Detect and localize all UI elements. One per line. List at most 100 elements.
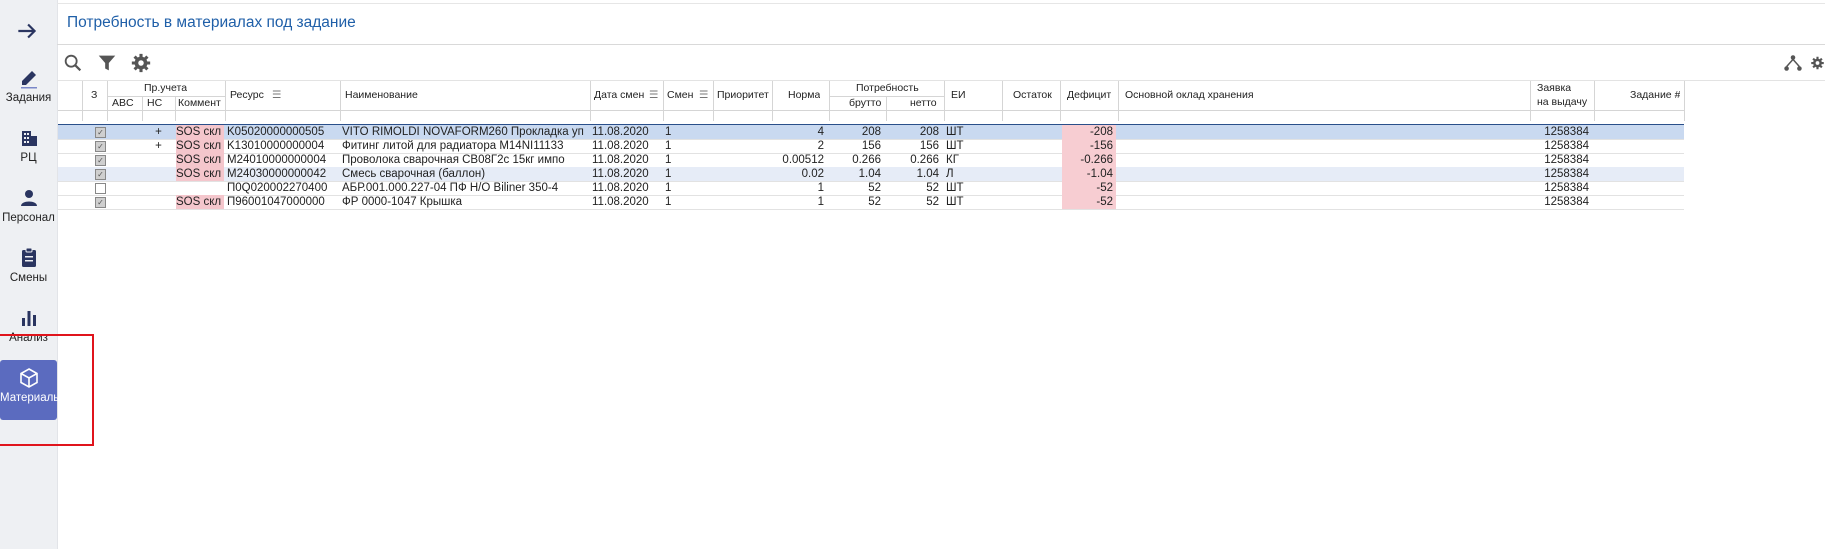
cell-hc[interactable]	[143, 181, 174, 195]
cell-deficit[interactable]: -1.04	[1062, 167, 1116, 181]
cell-brutto[interactable]: 0.266	[831, 153, 884, 167]
cell-ostatok[interactable]	[1004, 153, 1058, 167]
cell-zayavka[interactable]: 1258384	[1532, 139, 1592, 153]
row-checkbox[interactable]: ✓	[95, 155, 106, 166]
cell-comment[interactable]: SOS скл	[176, 167, 224, 181]
cell-name[interactable]: Проволока сварочная СВ08Г2с 15кг импо	[342, 153, 588, 167]
cell-zayavka[interactable]: 1258384	[1532, 195, 1592, 209]
cell-abc[interactable]	[108, 153, 141, 167]
gear-icon[interactable]	[1810, 52, 1825, 74]
row-checkbox[interactable]: ✓	[95, 141, 106, 152]
cell-deficit[interactable]: -0.266	[1062, 153, 1116, 167]
cell-abc[interactable]	[108, 181, 141, 195]
cell-ostatok[interactable]	[1004, 167, 1058, 181]
sidebar-item-rc[interactable]: РЦ	[0, 120, 57, 180]
arrow-right-icon[interactable]	[14, 18, 40, 44]
cell-name[interactable]: АБР.001.000.227-04 ПФ Н/О Biliner 350-4	[342, 181, 588, 195]
cell-zayavka[interactable]: 1258384	[1532, 125, 1592, 139]
cell-ei[interactable]: КГ	[946, 153, 1000, 167]
cell-netto[interactable]: 0.266	[888, 153, 942, 167]
sort-icon[interactable]: ☰	[699, 89, 708, 101]
cell-hc[interactable]	[143, 153, 174, 167]
cell-smena[interactable]: 1	[665, 167, 711, 181]
cell-hc[interactable]	[143, 167, 174, 181]
cell-zayavka[interactable]: 1258384	[1532, 181, 1592, 195]
col-header-smena[interactable]: Смен	[667, 89, 697, 101]
cell-abc[interactable]	[108, 167, 141, 181]
cell-priority[interactable]	[715, 195, 771, 209]
col-header-pr-ucheta[interactable]: Пр.учета	[144, 82, 187, 94]
cell-norma[interactable]: 4	[774, 125, 827, 139]
col-header-name[interactable]: Наименование	[345, 89, 418, 101]
cell-date[interactable]: 11.08.2020	[592, 125, 662, 139]
table-row[interactable]: ✓ SOS скл M24010000000004 Проволока сварочн…	[58, 153, 1684, 168]
cell-name[interactable]: Смесь сварочная (баллон)	[342, 167, 588, 181]
cell-zadanie[interactable]	[1596, 139, 1682, 153]
cell-zadanie[interactable]	[1596, 125, 1682, 139]
cell-priority[interactable]	[715, 139, 771, 153]
sidebar-item-personal[interactable]: Персонал	[0, 180, 57, 240]
row-checkbox[interactable]: ✓	[95, 197, 106, 208]
cell-smena[interactable]: 1	[665, 125, 711, 139]
cell-deficit[interactable]: -156	[1062, 139, 1116, 153]
col-header-abc[interactable]: ABC	[112, 97, 134, 109]
cell-smena[interactable]: 1	[665, 153, 711, 167]
col-header-zadanie[interactable]: Задание #	[1630, 89, 1680, 101]
cell-norma[interactable]: 0.00512	[774, 153, 827, 167]
cell-netto[interactable]: 208	[888, 125, 942, 139]
col-header-ostatok[interactable]: Остаток	[1013, 89, 1052, 101]
cell-sklad[interactable]	[1120, 139, 1528, 153]
cell-netto[interactable]: 52	[888, 181, 942, 195]
cell-ei[interactable]: ШТ	[946, 195, 1000, 209]
col-header-norma[interactable]: Норма	[788, 89, 820, 101]
col-header-brutto[interactable]: брутто	[849, 97, 881, 109]
cell-abc[interactable]	[108, 139, 141, 153]
cell-priority[interactable]	[715, 167, 771, 181]
cell-netto[interactable]: 52	[888, 195, 942, 209]
cell-priority[interactable]	[715, 181, 771, 195]
cell-comment[interactable]	[176, 181, 224, 195]
cell-ei[interactable]: ШТ	[946, 139, 1000, 153]
cell-sklad[interactable]	[1120, 153, 1528, 167]
cell-ostatok[interactable]	[1004, 195, 1058, 209]
col-header-hc[interactable]: НС	[147, 97, 162, 109]
cell-sklad[interactable]	[1120, 195, 1528, 209]
cell-smena[interactable]: 1	[665, 195, 711, 209]
table-row[interactable]: ✓ + SOS скл K13010000000004 Фитинг литой для…	[58, 139, 1684, 154]
col-header-sklad[interactable]: Основной оклад хранения	[1125, 89, 1254, 101]
cell-zayavka[interactable]: 1258384	[1532, 153, 1592, 167]
row-checkbox[interactable]	[95, 183, 106, 194]
cell-norma[interactable]: 1	[774, 181, 827, 195]
cell-date[interactable]: 11.08.2020	[592, 181, 662, 195]
search-icon[interactable]	[62, 52, 84, 74]
sort-icon[interactable]: ☰	[272, 89, 281, 101]
sort-icon[interactable]: ☰	[649, 89, 658, 101]
filter-icon[interactable]	[96, 52, 118, 74]
cell-brutto[interactable]: 52	[831, 195, 884, 209]
cell-hc[interactable]: +	[143, 139, 174, 153]
cell-ostatok[interactable]	[1004, 139, 1058, 153]
cell-ostatok[interactable]	[1004, 181, 1058, 195]
col-header-ei[interactable]: ЕИ	[951, 89, 966, 101]
cell-brutto[interactable]: 208	[831, 125, 884, 139]
cell-smena[interactable]: 1	[665, 181, 711, 195]
col-header-zayavka[interactable]: Заявка	[1537, 82, 1571, 94]
cell-date[interactable]: 11.08.2020	[592, 195, 662, 209]
table-row[interactable]: ✓ SOS скл M24030000000042 Смесь сварочная (…	[58, 167, 1684, 182]
cell-resource[interactable]: K13010000000004	[227, 139, 339, 153]
cell-netto[interactable]: 1.04	[888, 167, 942, 181]
cell-name[interactable]: ФР 0000-1047 Крышка	[342, 195, 588, 209]
row-checkbox[interactable]: ✓	[95, 169, 106, 180]
table-row[interactable]: ✓ + SOS скл K05020000000505 VITO RIMOLDI NOV…	[58, 125, 1684, 140]
cell-comment[interactable]: SOS скл	[176, 139, 224, 153]
cell-abc[interactable]	[108, 125, 141, 139]
sidebar-item-smeny[interactable]: Смены	[0, 240, 57, 300]
cell-sklad[interactable]	[1120, 167, 1528, 181]
cell-date[interactable]: 11.08.2020	[592, 167, 662, 181]
cell-norma[interactable]: 0.02	[774, 167, 827, 181]
col-header-date[interactable]: Дата смен	[594, 89, 650, 101]
cell-zadanie[interactable]	[1596, 167, 1682, 181]
cell-resource[interactable]: П0Q020002270400	[227, 181, 339, 195]
col-header-comment[interactable]: Коммент	[178, 97, 224, 109]
cell-date[interactable]: 11.08.2020	[592, 153, 662, 167]
